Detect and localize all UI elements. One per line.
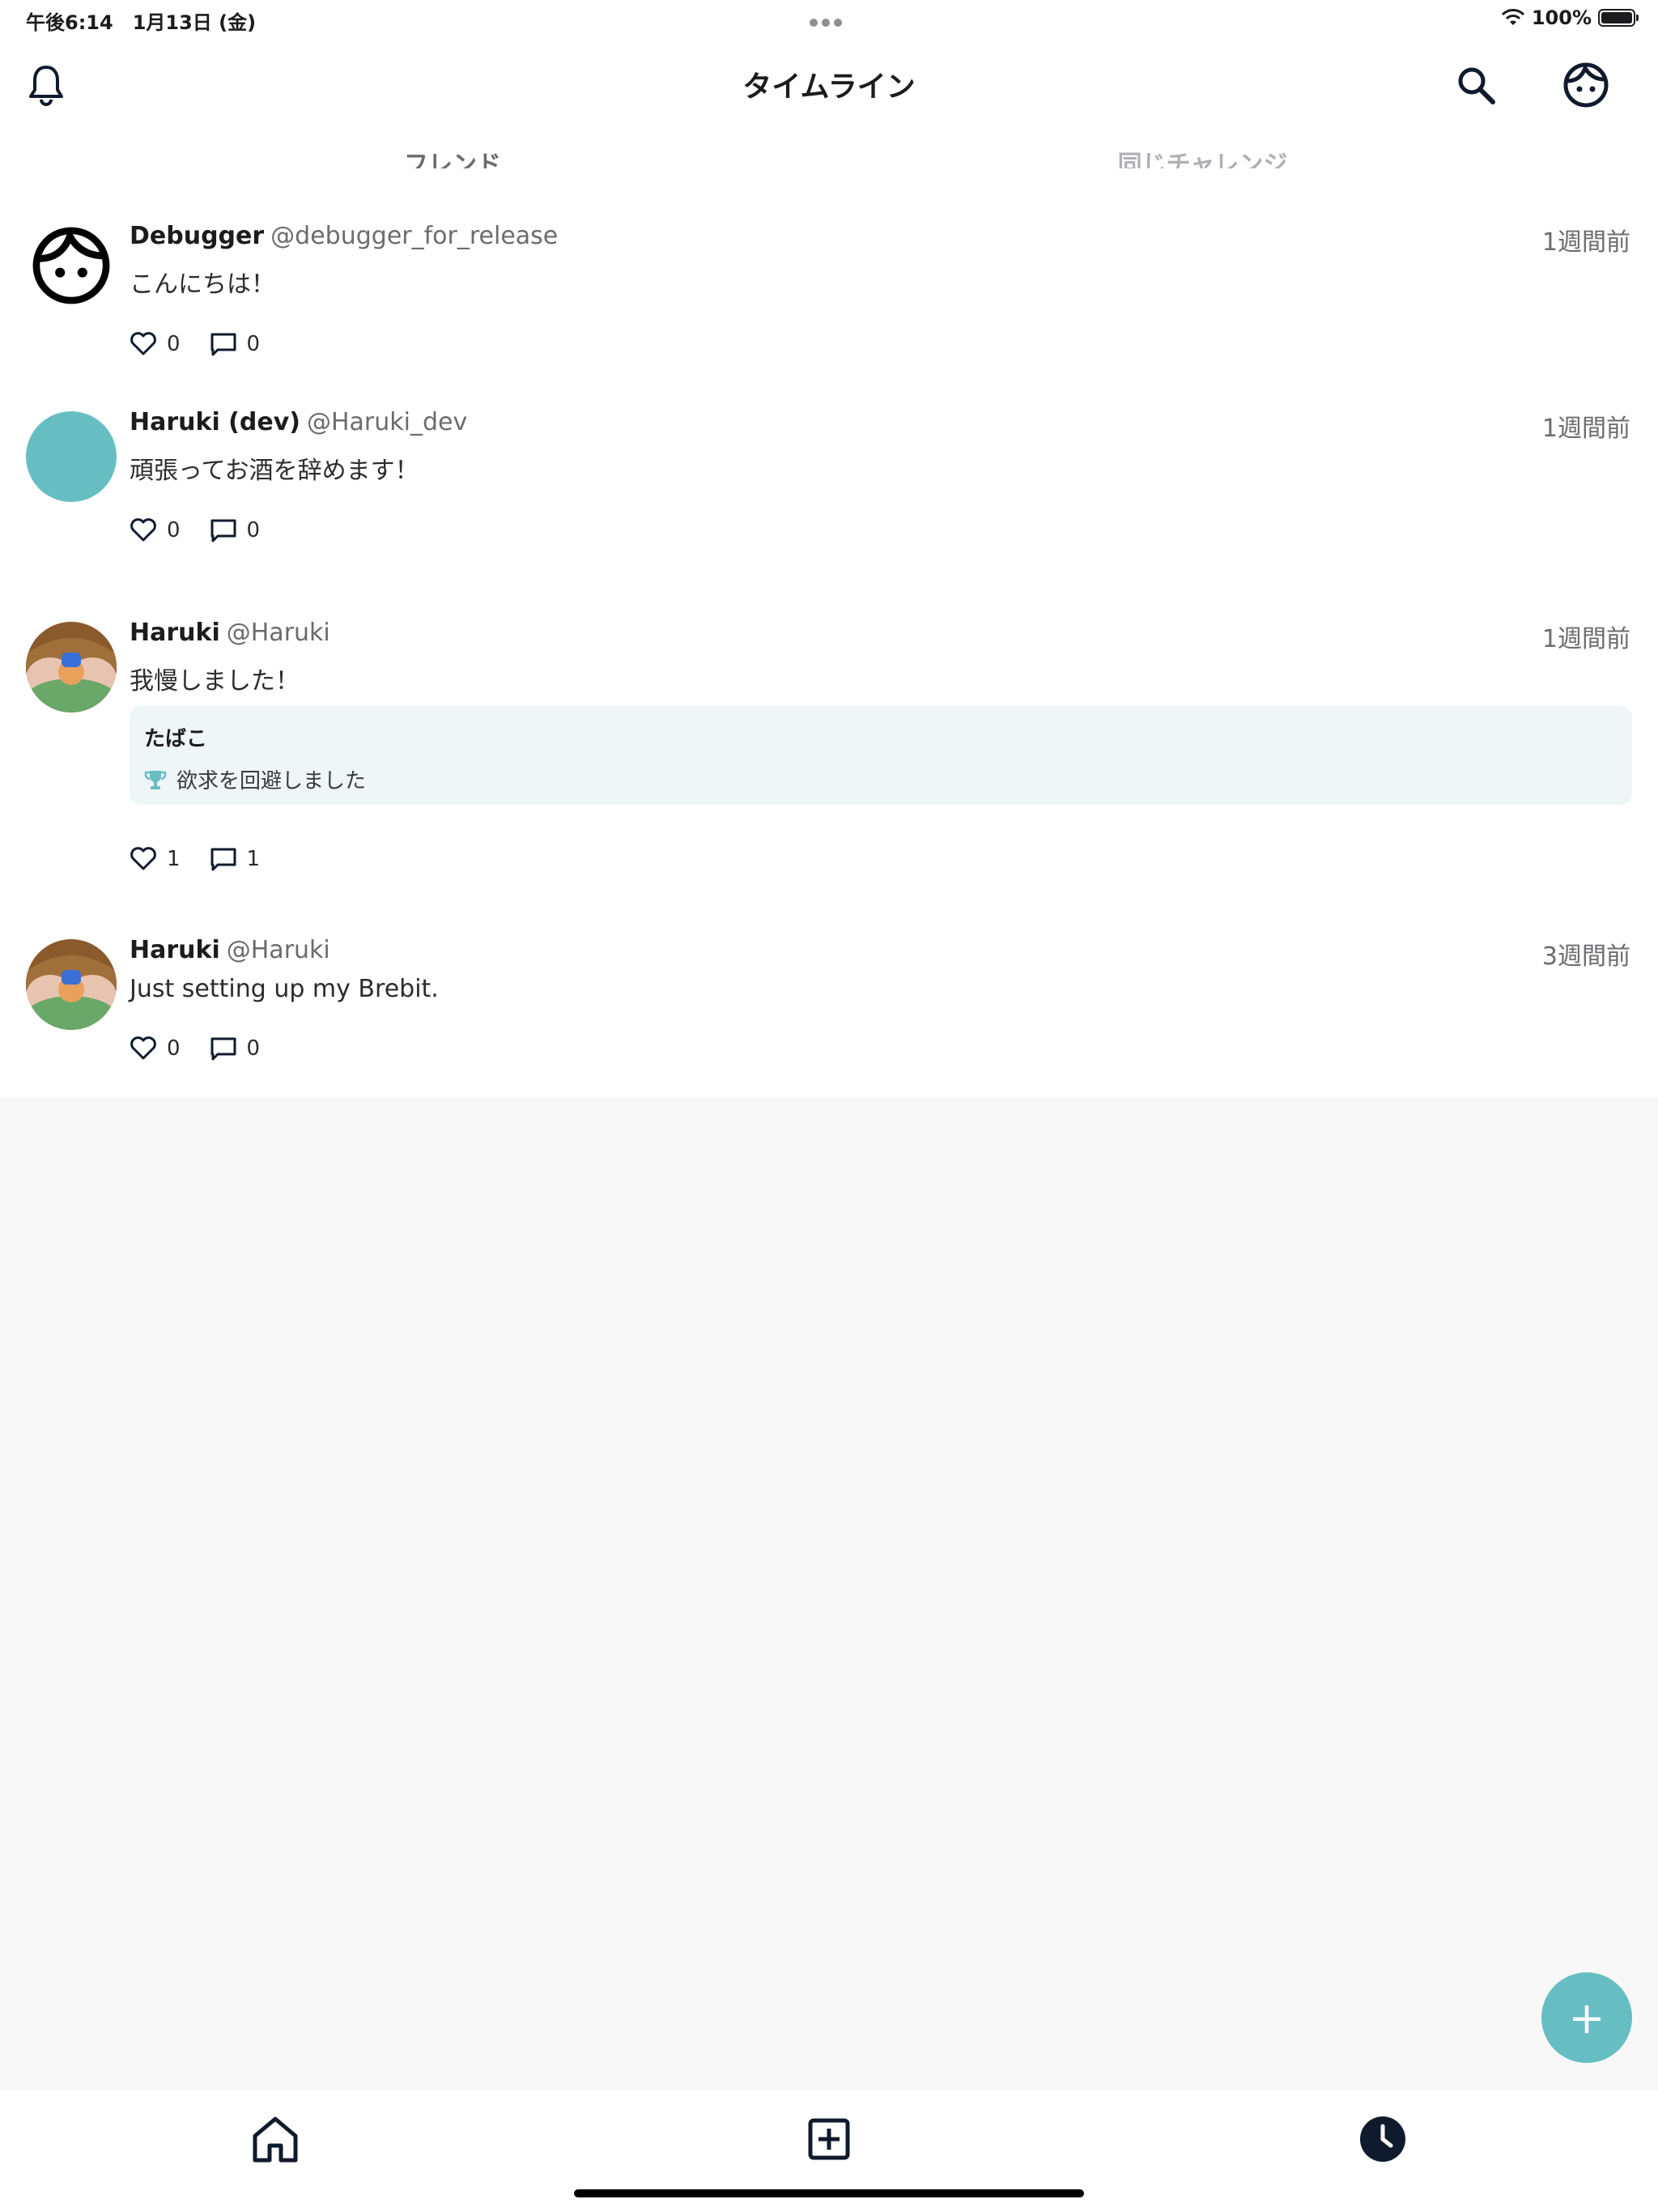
search-icon[interactable]	[1448, 57, 1504, 113]
post-text: 我慢しました！	[130, 667, 300, 696]
comment-icon	[210, 1037, 236, 1061]
post-text: 頑張ってお酒を辞めます！	[130, 457, 419, 485]
nav-clock-icon[interactable]	[1350, 2107, 1415, 2172]
heart-icon	[130, 518, 156, 542]
status-bar: 午後6:14 1月13日 (金) 100%	[0, 0, 1658, 39]
comment-count: 0	[246, 332, 261, 356]
post-header: Haruki (dev) @Haruki_dev	[130, 408, 467, 436]
timeline-post[interactable]: Haruki @Haruki 1週間前 我慢しました！ たばこ 欲求を回避しました…	[0, 589, 1658, 907]
post-header: Haruki @Haruki	[130, 619, 330, 647]
heart-icon	[130, 1036, 156, 1060]
comment-icon	[210, 848, 236, 871]
like-count: 0	[167, 332, 181, 356]
post-time: 1週間前	[1541, 415, 1630, 443]
post-author-name[interactable]: Haruki	[130, 619, 220, 647]
battery-icon	[1598, 9, 1639, 27]
avatar[interactable]	[26, 411, 117, 502]
post-time: 1週間前	[1541, 228, 1630, 257]
post-author-name[interactable]: Haruki (dev)	[130, 408, 300, 436]
post-author-handle[interactable]: @Haruki	[227, 619, 330, 647]
like-button[interactable]: 1	[130, 847, 181, 871]
timeline-post[interactable]: Haruki @Haruki 3週間前 Just setting up my Br…	[0, 907, 1658, 1097]
comment-button[interactable]: 1	[210, 847, 261, 871]
avatar[interactable]	[26, 939, 117, 1030]
post-author-name[interactable]: Debugger	[130, 222, 264, 250]
battery-percent: 100%	[1531, 6, 1592, 29]
profile-face-icon[interactable]	[1558, 57, 1614, 113]
plus-icon: +	[1568, 1992, 1605, 2044]
challenge-result: 欲求を回避しました	[144, 764, 366, 794]
post-header: Haruki @Haruki	[130, 936, 330, 964]
post-author-handle[interactable]: @debugger_for_release	[270, 222, 558, 250]
face-avatar-icon	[32, 227, 110, 304]
comment-icon	[210, 333, 236, 356]
multitasking-dots-icon[interactable]	[810, 15, 846, 30]
status-time: 午後6:14 1月13日 (金)	[26, 11, 257, 34]
comment-button[interactable]: 0	[210, 518, 261, 542]
post-time: 1週間前	[1541, 625, 1630, 653]
post-time: 3週間前	[1541, 942, 1630, 971]
timeline-post[interactable]: Debugger @debugger_for_release 1週間前 こんにちは…	[0, 168, 1658, 379]
wifi-icon	[1501, 9, 1524, 25]
like-button[interactable]: 0	[130, 1036, 181, 1061]
status-right: 100%	[1501, 6, 1639, 29]
comment-count: 0	[246, 518, 261, 542]
avatar[interactable]	[26, 225, 117, 316]
post-author-handle[interactable]: @Haruki	[227, 936, 330, 964]
avatar[interactable]	[26, 622, 117, 713]
timeline-feed: Debugger @debugger_for_release 1週間前 こんにちは…	[0, 168, 1658, 1097]
post-actions: 1 1	[130, 847, 278, 871]
heart-icon	[130, 847, 156, 870]
like-count: 0	[167, 1036, 181, 1061]
timeline-post[interactable]: Haruki (dev) @Haruki_dev 1週間前 頑張ってお酒を辞めます…	[0, 379, 1658, 589]
page-title: タイムライン	[742, 70, 916, 104]
comment-count: 0	[246, 1036, 261, 1061]
comment-count: 1	[246, 847, 261, 871]
character-avatar-image	[26, 939, 117, 1030]
challenge-card[interactable]: たばこ 欲求を回避しました	[130, 706, 1632, 805]
challenge-result-text: 欲求を回避しました	[176, 769, 367, 793]
post-actions: 0 0	[130, 518, 278, 542]
trophy-icon	[144, 770, 167, 789]
like-count: 0	[167, 518, 181, 542]
comment-icon	[210, 519, 236, 542]
challenge-title: たばこ	[144, 727, 208, 751]
nav-home-icon[interactable]	[243, 2107, 308, 2172]
post-author-name[interactable]: Haruki	[130, 936, 220, 964]
like-button[interactable]: 0	[130, 518, 181, 542]
nav-add-square-icon[interactable]	[797, 2107, 861, 2172]
post-text: Just setting up my Brebit.	[130, 975, 439, 1003]
heart-icon	[130, 332, 156, 355]
like-button[interactable]: 0	[130, 332, 181, 356]
post-actions: 0 0	[130, 1036, 278, 1061]
post-text: こんにちは！	[130, 270, 275, 299]
post-author-handle[interactable]: @Haruki_dev	[307, 408, 467, 436]
post-actions: 0 0	[130, 332, 278, 356]
home-indicator[interactable]	[574, 2189, 1084, 2197]
character-avatar-image	[26, 622, 117, 713]
post-header: Debugger @debugger_for_release	[130, 222, 558, 250]
comment-button[interactable]: 0	[210, 332, 261, 356]
comment-button[interactable]: 0	[210, 1036, 261, 1061]
new-post-button[interactable]: +	[1541, 1972, 1632, 2063]
like-count: 1	[167, 847, 181, 871]
app-header: タイムライン フレンド 同じチャレンジ	[0, 39, 1658, 193]
